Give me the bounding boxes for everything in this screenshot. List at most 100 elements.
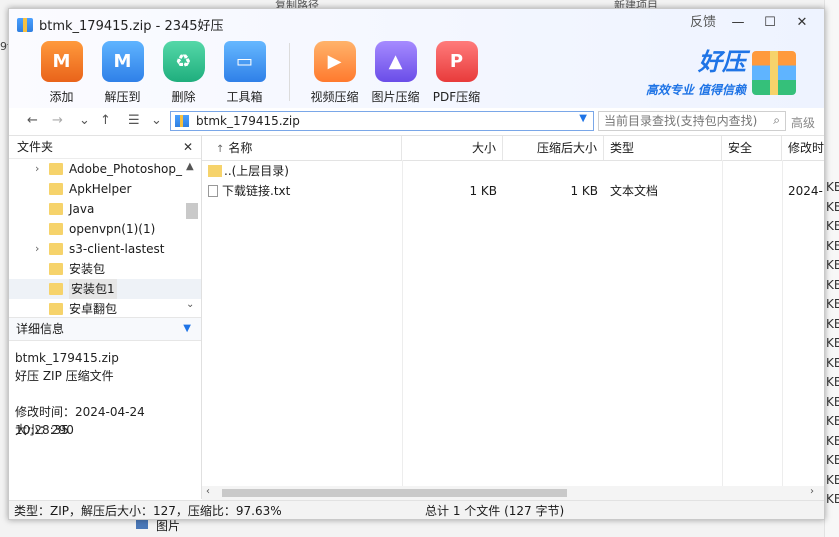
close-folders-icon[interactable]: ✕ xyxy=(183,136,193,158)
row-name-cell: 下载链接.txt xyxy=(202,181,402,201)
sidebar-item-folder[interactable]: 安装包 xyxy=(9,259,201,279)
scroll-left-icon[interactable]: ‹ xyxy=(206,486,210,497)
background-left-strip: 9f xyxy=(0,40,11,80)
brand-slogan: 高效专业 值得信赖 xyxy=(645,83,746,97)
bg-picture-icon xyxy=(136,519,148,529)
scroll-down-icon[interactable]: ⌄ xyxy=(186,299,194,310)
details-collapse-icon[interactable]: ▼ xyxy=(183,318,191,340)
folders-header: 文件夹 ✕ xyxy=(9,136,201,159)
view-dropdown-icon[interactable]: ⌄ xyxy=(151,113,162,128)
left-pane: 文件夹 ✕ › Adobe_Photoshop_ ApkHelper Java open… xyxy=(9,136,202,499)
extract-archive-icon: M xyxy=(101,41,144,82)
details-title: 详细信息 xyxy=(16,322,65,336)
sidebar-item-folder[interactable]: Java xyxy=(9,199,201,219)
column-name[interactable]: ↑ 名称 xyxy=(202,136,402,160)
row-modified: 2024- xyxy=(788,184,823,198)
folder-icon xyxy=(49,243,63,255)
expand-chevron-icon[interactable]: › xyxy=(35,239,39,259)
forward-dropdown-icon[interactable]: ⌄ xyxy=(79,113,90,128)
sidebar-item-folder[interactable]: ApkHelper xyxy=(9,179,201,199)
brand: 好压 高效专业 值得信赖 xyxy=(646,49,746,98)
column-divider xyxy=(402,160,403,486)
horizontal-scrollbar[interactable]: ‹ › xyxy=(202,486,824,500)
pdf-compress-button[interactable]: P PDF压缩 xyxy=(426,37,487,105)
view-mode-icon[interactable]: ☰ xyxy=(128,113,140,128)
folder-icon xyxy=(208,165,222,177)
tree-scrollbar[interactable]: ▲ ⌄ xyxy=(184,159,198,315)
scroll-thumb[interactable] xyxy=(186,203,198,219)
folder-label: 安卓翻包 xyxy=(69,302,118,315)
status-bar: 类型：ZIP，解压后大小：127，压缩比：97.63% 总计 1 个文件 (12… xyxy=(9,500,824,519)
details-header[interactable]: 详细信息 ▼ xyxy=(9,317,201,341)
bg-size-label: KB xyxy=(826,394,839,409)
file-list: ↑ 名称 大小 压缩后大小 类型 安全 修改时 ..(上层目录) 下载链接.txt… xyxy=(202,136,824,500)
sidebar-item-folder[interactable]: 安卓翻包 xyxy=(9,299,201,315)
sidebar-item-folder[interactable]: › Adobe_Photoshop_ xyxy=(9,159,201,179)
bg-size-label: KB xyxy=(826,238,839,253)
advanced-search-button[interactable]: 高级 xyxy=(791,114,815,131)
delete-button[interactable]: ♻ 删除 xyxy=(153,37,214,105)
folder-icon xyxy=(49,223,63,235)
maximize-button[interactable]: ☐ xyxy=(754,12,786,34)
column-packed-size[interactable]: 压缩后大小 xyxy=(503,136,604,160)
bg-size-label: KB xyxy=(826,492,839,506)
column-size[interactable]: 大小 xyxy=(402,136,503,160)
address-dropdown-icon[interactable]: ▼ xyxy=(579,113,587,124)
list-header: ↑ 名称 大小 压缩后大小 类型 安全 修改时 xyxy=(202,136,824,161)
toolbox-button[interactable]: ▭ 工具箱 xyxy=(214,37,275,105)
bg-size-label: KB xyxy=(826,180,839,194)
brand-logo-icon xyxy=(752,51,796,95)
hscroll-thumb[interactable] xyxy=(222,489,567,497)
video-compress-icon: ▶ xyxy=(313,41,356,82)
toolbar: M 添加 M 解压到 ♻ 删除 ▭ 工具箱 ▶ 视频压缩 ▲ 图片压缩 P PDF压缩 xyxy=(31,37,487,105)
folder-label: Adobe_Photoshop_ xyxy=(69,162,183,176)
search-icon[interactable]: ⌕ xyxy=(773,113,780,128)
expand-chevron-icon[interactable]: › xyxy=(35,159,39,179)
bg-size-label: KB xyxy=(826,375,839,389)
image-compress-icon: ▲ xyxy=(374,41,417,82)
brand-name: 好压 xyxy=(698,48,746,76)
detail-filetype: 好压 ZIP 压缩文件 xyxy=(15,369,114,383)
scroll-right-icon[interactable]: › xyxy=(810,486,814,497)
sidebar-item-folder[interactable]: 安装包1 xyxy=(9,279,201,299)
minimize-button[interactable]: — xyxy=(722,12,754,34)
title-bar: btmk_179415.zip - 2345好压 xyxy=(17,15,224,34)
feedback-button[interactable]: 反馈 xyxy=(684,12,722,34)
sidebar-item-folder[interactable]: openvpn(1)(1) xyxy=(9,219,201,239)
add-button[interactable]: M 添加 xyxy=(31,37,92,105)
image-compress-button[interactable]: ▲ 图片压缩 xyxy=(365,37,426,105)
column-type[interactable]: 类型 xyxy=(604,136,722,160)
search-input[interactable] xyxy=(602,113,766,129)
column-divider xyxy=(722,160,723,486)
bg-size-label: KB xyxy=(826,316,839,331)
bg-size-label: KB xyxy=(826,336,839,350)
up-arrow-icon[interactable]: ↑ xyxy=(100,113,111,128)
sidebar-item-folder[interactable]: › s3-client-lastest xyxy=(9,239,201,259)
table-row[interactable]: 下载链接.txt 1 KB 1 KB 文本文档 2024- xyxy=(202,181,824,201)
bg-size-label: KB xyxy=(826,297,839,311)
forward-arrow-icon[interactable]: → xyxy=(52,113,63,128)
folder-label: 安装包1 xyxy=(69,279,117,299)
back-arrow-icon[interactable]: ← xyxy=(27,113,38,128)
extract-to-button[interactable]: M 解压到 xyxy=(92,37,153,105)
folder-label: 安装包 xyxy=(69,262,106,276)
status-total: 总计 1 个文件 (127 字节) xyxy=(425,504,565,518)
close-button[interactable]: ✕ xyxy=(786,12,818,34)
folder-label: s3-client-lastest xyxy=(69,242,165,256)
search-box[interactable]: ⌕ xyxy=(598,111,786,131)
folders-title: 文件夹 xyxy=(17,140,54,154)
extract-label: 解压到 xyxy=(104,90,141,104)
address-bar[interactable]: btmk_179415.zip ▼ xyxy=(170,111,594,131)
details-panel: btmk_179415.zip 好压 ZIP 压缩文件 修改时间：2024-04… xyxy=(9,341,201,447)
column-modified[interactable]: 修改时 xyxy=(782,136,824,160)
table-row[interactable]: ..(上层目录) xyxy=(202,161,824,181)
column-safety[interactable]: 安全 xyxy=(722,136,782,160)
folder-label: Java xyxy=(69,202,95,216)
bg-size-label: KB xyxy=(826,277,839,292)
folder-icon xyxy=(49,263,63,275)
scroll-up-icon[interactable]: ▲ xyxy=(186,161,194,172)
video-compress-button[interactable]: ▶ 视频压缩 xyxy=(304,37,365,105)
row-name: ..(上层目录) xyxy=(224,164,289,178)
sort-arrow-icon: ↑ xyxy=(216,144,225,155)
row-type: 文本文档 xyxy=(610,184,659,198)
